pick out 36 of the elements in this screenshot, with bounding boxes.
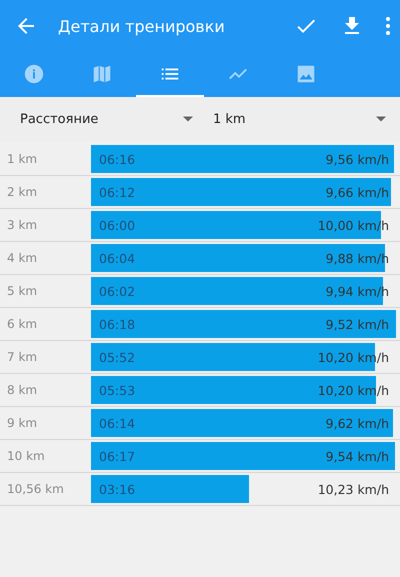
split-time: 06:04 <box>99 250 136 266</box>
split-time: 06:17 <box>99 448 136 464</box>
dropdown-arrow-icon <box>376 116 386 122</box>
more-button[interactable] <box>386 17 390 35</box>
split-distance: 5 km <box>6 284 38 298</box>
split-distance: 10,56 km <box>6 482 65 496</box>
split-time: 06:18 <box>99 316 136 332</box>
split-distance: 8 km <box>6 383 38 397</box>
split-distance: 6 km <box>6 317 38 331</box>
split-time: 05:52 <box>99 350 136 364</box>
screen-title: Детали тренировки <box>58 16 226 36</box>
split-distance: 7 km <box>6 350 38 364</box>
split-time: 06:16 <box>99 152 136 166</box>
split-speed: 9,62 km/h <box>326 416 389 430</box>
split-time: 03:16 <box>99 482 136 496</box>
split-speed: 9,66 km/h <box>326 184 389 200</box>
split-time: 06:00 <box>99 218 136 232</box>
dropdown[interactable]: Расстояние <box>0 97 207 141</box>
split-distance: 2 km <box>6 185 38 199</box>
dropdown-arrow-icon <box>183 116 193 122</box>
split-distance: 3 km <box>6 218 38 232</box>
split-speed: 9,52 km/h <box>326 316 389 332</box>
split-speed: 10,23 km/h <box>318 482 389 496</box>
split-distance: 1 km <box>6 152 38 166</box>
split-time: 06:14 <box>99 416 136 430</box>
split-distance: 4 km <box>6 251 38 265</box>
split-speed: 9,56 km/h <box>326 152 389 166</box>
split-time: 06:12 <box>99 184 136 200</box>
split-time: 06:02 <box>99 284 136 298</box>
dropdown[interactable]: 1 km <box>207 97 400 141</box>
split-speed: 9,54 km/h <box>326 448 389 464</box>
split-distance: 9 km <box>6 416 38 430</box>
split-distance: 10 km <box>6 449 46 463</box>
info-icon <box>23 62 45 84</box>
more-icon <box>386 17 390 35</box>
split-time: 05:53 <box>99 382 136 398</box>
